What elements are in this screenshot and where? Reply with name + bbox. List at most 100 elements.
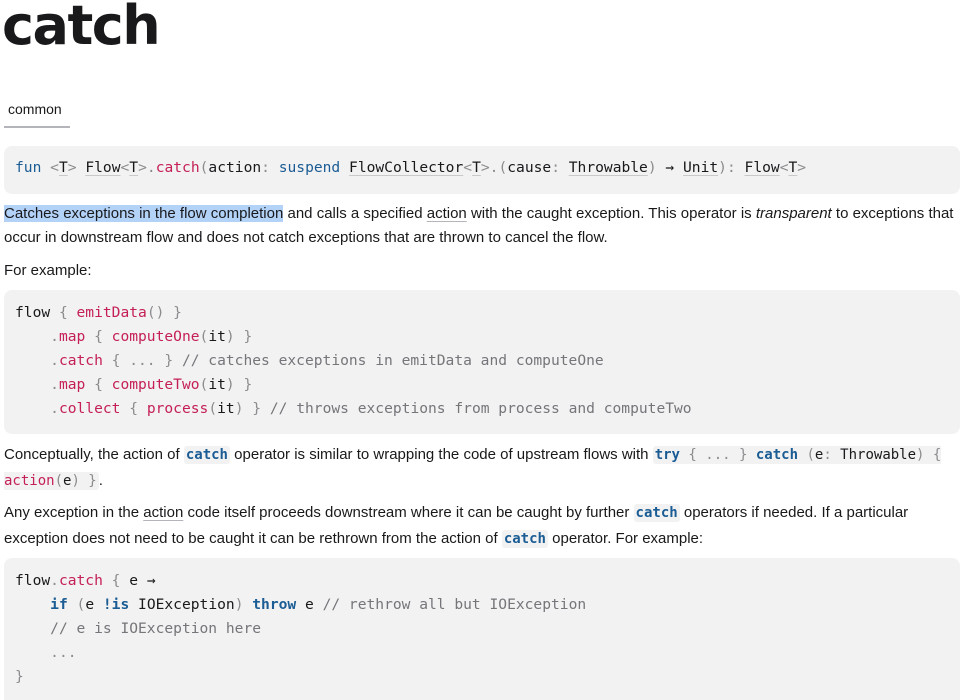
- inline-code-catch: catch: [633, 504, 680, 522]
- signature-block: fun <T> Flow<T>.catch(action: suspend Fl…: [4, 146, 960, 194]
- code-token: e: [129, 572, 139, 589]
- code-token: map: [58, 376, 86, 393]
- selected-text: Catches exceptions in the flow completio…: [4, 205, 284, 222]
- sig-punct: ): [647, 159, 657, 176]
- sig-punct: ): [718, 159, 727, 176]
- any-exc-text: Any exception in the: [4, 504, 144, 521]
- code-token: emitData: [76, 304, 147, 321]
- code-token: computeOne: [111, 328, 200, 345]
- concept-paragraph: Conceptually, the action of catch operat…: [4, 442, 960, 494]
- sig-punct: :: [551, 159, 569, 176]
- concept-text: operator is similar to wrapping the code…: [230, 446, 653, 463]
- code-token: it: [217, 400, 235, 417]
- inline-code-catch: catch: [501, 530, 548, 548]
- code-token: }: [15, 668, 24, 685]
- sig-punct: :: [261, 159, 279, 176]
- sig-punct: >: [797, 159, 807, 176]
- code-token: →: [138, 572, 156, 589]
- sig-punct: .: [146, 159, 156, 176]
- code-token: catch: [755, 447, 799, 463]
- concept-text: .: [98, 472, 103, 489]
- sig-throwable-link[interactable]: Throwable: [569, 159, 648, 176]
- code-token: it: [208, 328, 226, 345]
- tab-common[interactable]: common: [4, 96, 70, 128]
- for-example-label: For example:: [4, 262, 92, 279]
- code-token: :: [823, 447, 841, 463]
- code-token: Throwable: [840, 447, 917, 463]
- concept-text: Conceptually, the action of: [4, 446, 184, 463]
- code-token: ) }: [225, 328, 253, 345]
- sig-punct: :: [726, 159, 745, 176]
- sig-punct: <: [50, 159, 59, 176]
- code-token: ) }: [234, 400, 270, 417]
- any-exc-text: code itself proceeds downstream where it…: [183, 504, 634, 521]
- code-token: ): [234, 596, 253, 613]
- code-token: e: [85, 596, 103, 613]
- sig-punct: <: [463, 159, 473, 176]
- code-token: .: [15, 328, 59, 345]
- sig-param-action: action: [208, 159, 262, 176]
- code-token: {: [102, 572, 130, 589]
- sig-flow-link[interactable]: Flow: [85, 159, 120, 176]
- code-token: (: [199, 328, 209, 345]
- sig-unit-link[interactable]: Unit: [683, 159, 718, 176]
- code-token: map: [58, 328, 86, 345]
- sig-type-param[interactable]: T: [59, 159, 68, 176]
- code-token: action: [4, 473, 55, 489]
- sig-flowcollector-link[interactable]: FlowCollector: [349, 159, 463, 176]
- sig-punct: >: [67, 159, 77, 176]
- code-token: process: [146, 400, 209, 417]
- code-comment: // catches exceptions in emitData and co…: [181, 352, 604, 369]
- sig-type-param[interactable]: T: [129, 159, 138, 176]
- code-token: (: [199, 376, 209, 393]
- code-comment: // e is IOException here: [50, 620, 262, 637]
- code-token: () }: [146, 304, 182, 321]
- code-token: (: [67, 596, 86, 613]
- code-token: { ... }: [102, 352, 182, 369]
- sig-fun-keyword: fun: [15, 159, 42, 176]
- inline-code-catch: catch: [183, 446, 230, 464]
- sig-punct: >: [480, 159, 490, 176]
- code-comment: // rethrow all but IOException: [322, 596, 587, 613]
- code-keyword: throw: [252, 596, 297, 613]
- code-token: .: [15, 400, 59, 417]
- sig-punct: <: [120, 159, 130, 176]
- sig-return-flow-link[interactable]: Flow: [745, 159, 780, 176]
- code-token: { ... }: [680, 447, 756, 463]
- code-token: catch: [58, 572, 103, 589]
- desc-emphasis: transparent: [755, 205, 832, 222]
- description-paragraph: Catches exceptions in the flow completio…: [4, 202, 960, 250]
- code-token: .: [15, 376, 59, 393]
- code-token: it: [208, 376, 226, 393]
- sig-type-param[interactable]: T: [472, 159, 481, 176]
- code-token: collect: [58, 400, 121, 417]
- sig-punct: (: [498, 159, 508, 176]
- code-token: ) }: [225, 376, 253, 393]
- sig-param-cause: cause: [507, 159, 552, 176]
- code-token: {: [50, 304, 77, 321]
- code-token: computeTwo: [111, 376, 200, 393]
- any-exception-paragraph: Any exception in the action code itself …: [4, 500, 960, 552]
- sig-type-param[interactable]: T: [788, 159, 797, 176]
- code-token: .: [15, 352, 59, 369]
- action-link[interactable]: action: [427, 205, 467, 222]
- code-token: ...: [50, 644, 77, 661]
- desc-text: and calls a specified: [283, 205, 427, 222]
- desc-text: with the caught exception. This operator…: [466, 205, 756, 222]
- code-comment: // throws exceptions from process and co…: [269, 400, 692, 417]
- code-block-example-1: flow { emitData() } .map { computeOne(it…: [4, 290, 960, 434]
- code-token: IOException: [129, 596, 235, 613]
- page-title: catch: [2, 0, 161, 57]
- code-token: (: [54, 473, 64, 489]
- code-token: (: [798, 447, 815, 463]
- code-token: {: [120, 400, 147, 417]
- code-token: .: [50, 572, 59, 589]
- code-token: (: [208, 400, 218, 417]
- code-token: flow: [15, 572, 51, 589]
- code-token: e: [296, 596, 323, 613]
- sig-punct: >: [138, 159, 147, 176]
- action-link[interactable]: action: [143, 504, 183, 521]
